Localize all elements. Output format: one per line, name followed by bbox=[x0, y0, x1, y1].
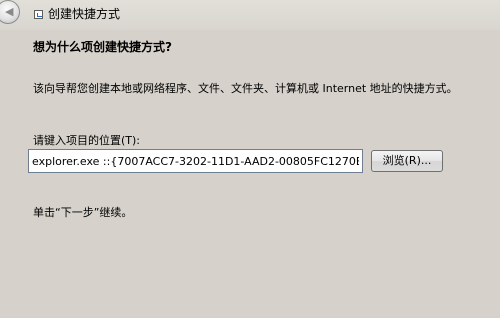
shortcut-icon bbox=[34, 10, 43, 19]
window-title: 创建快捷方式 bbox=[48, 7, 121, 21]
back-button[interactable]: ◀ bbox=[0, 0, 20, 24]
page-heading: 想为什么项创建快捷方式? bbox=[33, 40, 172, 54]
location-label: 请键入项目的位置(T): bbox=[33, 134, 141, 147]
create-shortcut-wizard: ◀ 创建快捷方式 想为什么项创建快捷方式? 该向导帮您创建本地或网络程序、文件、… bbox=[0, 0, 500, 318]
location-input[interactable] bbox=[28, 149, 363, 173]
back-arrow-icon: ◀ bbox=[5, 5, 14, 18]
wizard-header: ◀ 创建快捷方式 bbox=[0, 0, 500, 30]
page-description: 该向导帮您创建本地或网络程序、文件、文件夹、计算机或 Internet 地址的快… bbox=[33, 82, 458, 95]
browse-button[interactable]: 浏览(R)... bbox=[371, 150, 443, 172]
continue-hint: 单击“下一步”继续。 bbox=[33, 206, 133, 219]
